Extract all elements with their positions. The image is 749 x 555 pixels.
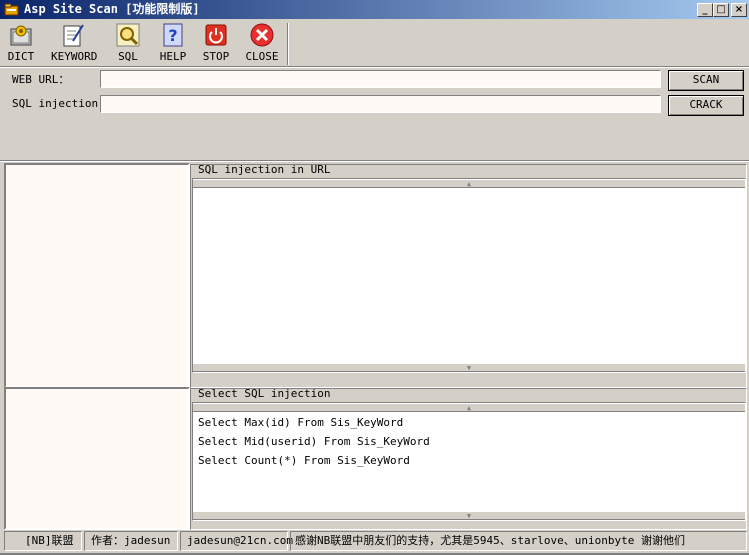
svg-text:?: ? (168, 26, 177, 45)
scroll-down-button[interactable]: ▼ (193, 363, 745, 372)
help-icon: ? (163, 23, 183, 47)
sql-icon (116, 23, 140, 47)
scroll-up-button[interactable]: ▲ (193, 403, 745, 412)
sql-injection-input[interactable] (100, 95, 661, 113)
status-group: [NB]联盟 (4, 531, 82, 551)
keyword-icon (63, 24, 84, 47)
select-injection-title: Select SQL injection (198, 387, 331, 400)
dict-icon (10, 25, 32, 46)
crack-button[interactable]: CRACK (668, 95, 744, 116)
close-icon (250, 23, 274, 47)
toolbar-sql-button[interactable]: SQL (106, 23, 150, 65)
select-injection-list[interactable]: ▲ Select Max(id) From Sis_KeyWord Select… (192, 402, 746, 521)
list-item[interactable]: Select Count(*) From Sis_KeyWord (198, 451, 410, 470)
toolbar-help-button[interactable]: ? HELP (151, 23, 195, 65)
list-item[interactable]: Select Max(id) From Sis_KeyWord (198, 413, 403, 432)
url-injection-title: SQL injection in URL (198, 163, 331, 176)
result-panel[interactable] (4, 387, 190, 530)
toolbar-dict-button[interactable]: DICT (0, 23, 43, 65)
maximize-button[interactable]: □ (713, 3, 729, 17)
toolbar-stop-button[interactable]: STOP (194, 23, 238, 65)
url-injection-list[interactable]: ▲ ▼ (192, 178, 746, 373)
toolbar-separator (287, 23, 289, 65)
window-title: Asp Site Scan [功能限制版] (24, 2, 200, 16)
minimize-button[interactable]: _ (697, 3, 713, 17)
toolbar-label: SQL (118, 50, 138, 63)
site-tree-panel[interactable] (4, 163, 190, 388)
toolbar-label: KEYWORD (51, 50, 98, 63)
toolbar-keyword-button[interactable]: KEYWORD (51, 23, 98, 65)
scan-button[interactable]: SCAN (668, 70, 744, 91)
list-item[interactable]: Select Mid(userid) From Sis_KeyWord (198, 432, 430, 451)
web-url-label: WEB URL： (12, 73, 70, 86)
scroll-up-button[interactable]: ▲ (193, 179, 745, 188)
status-email: jadesun@21cn.com (180, 531, 293, 551)
stop-icon (205, 24, 227, 46)
status-thanks: 感谢NB联盟中朋友们的支持，尤其是5945、starlove、unionbyte… (290, 531, 747, 551)
status-author: 作者：jadesun (84, 531, 178, 551)
web-url-input[interactable] (100, 70, 661, 88)
toolbar-close-button[interactable]: CLOSE (240, 23, 284, 65)
toolbar-label: HELP (159, 50, 187, 63)
sql-injection-label: SQL injection： (12, 97, 110, 110)
toolbar-label: DICT (7, 50, 35, 63)
title-bar[interactable]: Asp Site Scan [功能限制版] _ □ × (0, 0, 749, 19)
form-divider (0, 160, 749, 162)
toolbar-label: STOP (202, 50, 230, 63)
scroll-down-button[interactable]: ▼ (193, 511, 745, 520)
app-icon (4, 3, 19, 16)
toolbar-label: CLOSE (245, 50, 279, 63)
toolbar-divider (0, 66, 749, 68)
close-window-button[interactable]: × (731, 3, 747, 17)
